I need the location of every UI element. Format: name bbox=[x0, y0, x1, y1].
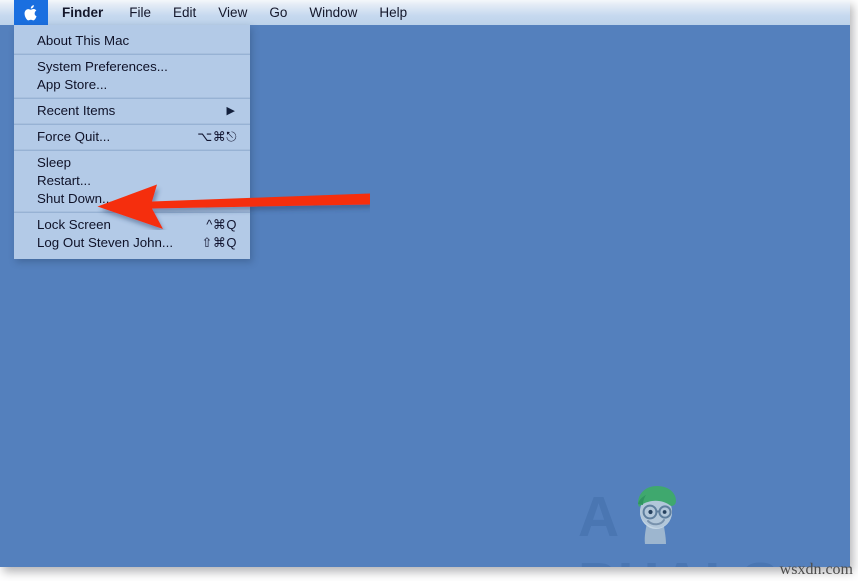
menu-item-label: Log Out Steven John... bbox=[37, 235, 174, 250]
menu-item-label: Recent Items bbox=[37, 103, 116, 118]
menu-item-label: App Store... bbox=[37, 77, 108, 92]
menu-item-label: Shut Down... bbox=[37, 191, 114, 206]
menu-item-app-store[interactable]: App Store... bbox=[14, 76, 250, 94]
watermark-brand-text: A PUALS bbox=[578, 485, 779, 567]
menu-item-shut-down[interactable]: Shut Down... bbox=[14, 190, 250, 208]
site-watermark-text: wsxdn.com bbox=[779, 561, 853, 578]
menubar-item-file[interactable]: File bbox=[118, 0, 162, 25]
menu-item-log-out[interactable]: Log Out Steven John... ⇧⌘Q bbox=[14, 234, 250, 252]
apple-logo-icon bbox=[24, 4, 39, 22]
apple-dropdown-menu: About This Mac System Preferences... App… bbox=[14, 25, 250, 259]
menubar-item-help[interactable]: Help bbox=[368, 0, 418, 25]
menu-separator bbox=[14, 211, 250, 213]
menu-separator bbox=[14, 53, 250, 55]
menubar-item-go[interactable]: Go bbox=[258, 0, 298, 25]
menu-separator bbox=[14, 149, 250, 151]
menubar-item-edit[interactable]: Edit bbox=[162, 0, 207, 25]
menu-item-restart[interactable]: Restart... bbox=[14, 172, 250, 190]
menu-item-lock-screen[interactable]: Lock Screen ^⌘Q bbox=[14, 216, 250, 234]
menu-item-force-quit[interactable]: Force Quit... ⌥⌘⎋ bbox=[14, 128, 250, 146]
menu-item-shortcut: ^⌘Q bbox=[206, 217, 237, 232]
menu-item-label: System Preferences... bbox=[37, 59, 168, 74]
menu-item-label: Force Quit... bbox=[37, 129, 111, 144]
menu-item-shortcut: ⇧⌘Q bbox=[201, 235, 237, 250]
menubar-item-finder[interactable]: Finder bbox=[48, 0, 118, 25]
menubar-item-window[interactable]: Window bbox=[298, 0, 368, 25]
menu-separator bbox=[14, 123, 250, 125]
apple-menu-button[interactable] bbox=[14, 0, 48, 25]
appuals-watermark: A PUALS bbox=[578, 484, 828, 567]
menu-item-sleep[interactable]: Sleep bbox=[14, 154, 250, 172]
menu-item-label: Lock Screen bbox=[37, 217, 111, 232]
menu-item-about-this-mac[interactable]: About This Mac bbox=[14, 32, 250, 50]
chevron-right-icon: ▶ bbox=[226, 104, 235, 117]
menu-item-shortcut: ⌥⌘⎋ bbox=[197, 129, 237, 144]
menu-separator bbox=[14, 97, 250, 99]
menu-item-label: About This Mac bbox=[37, 33, 130, 48]
menu-item-label: Sleep bbox=[37, 155, 72, 170]
macos-screen: Finder File Edit View Go Window Help Abo… bbox=[0, 0, 850, 567]
menubar-item-view[interactable]: View bbox=[207, 0, 258, 25]
menu-bar: Finder File Edit View Go Window Help bbox=[0, 0, 850, 25]
menu-item-label: Restart... bbox=[37, 173, 91, 188]
appuals-mascot-icon bbox=[638, 486, 676, 544]
menu-item-recent-items[interactable]: Recent Items ▶ bbox=[14, 102, 250, 120]
menu-item-system-preferences[interactable]: System Preferences... bbox=[14, 58, 250, 76]
